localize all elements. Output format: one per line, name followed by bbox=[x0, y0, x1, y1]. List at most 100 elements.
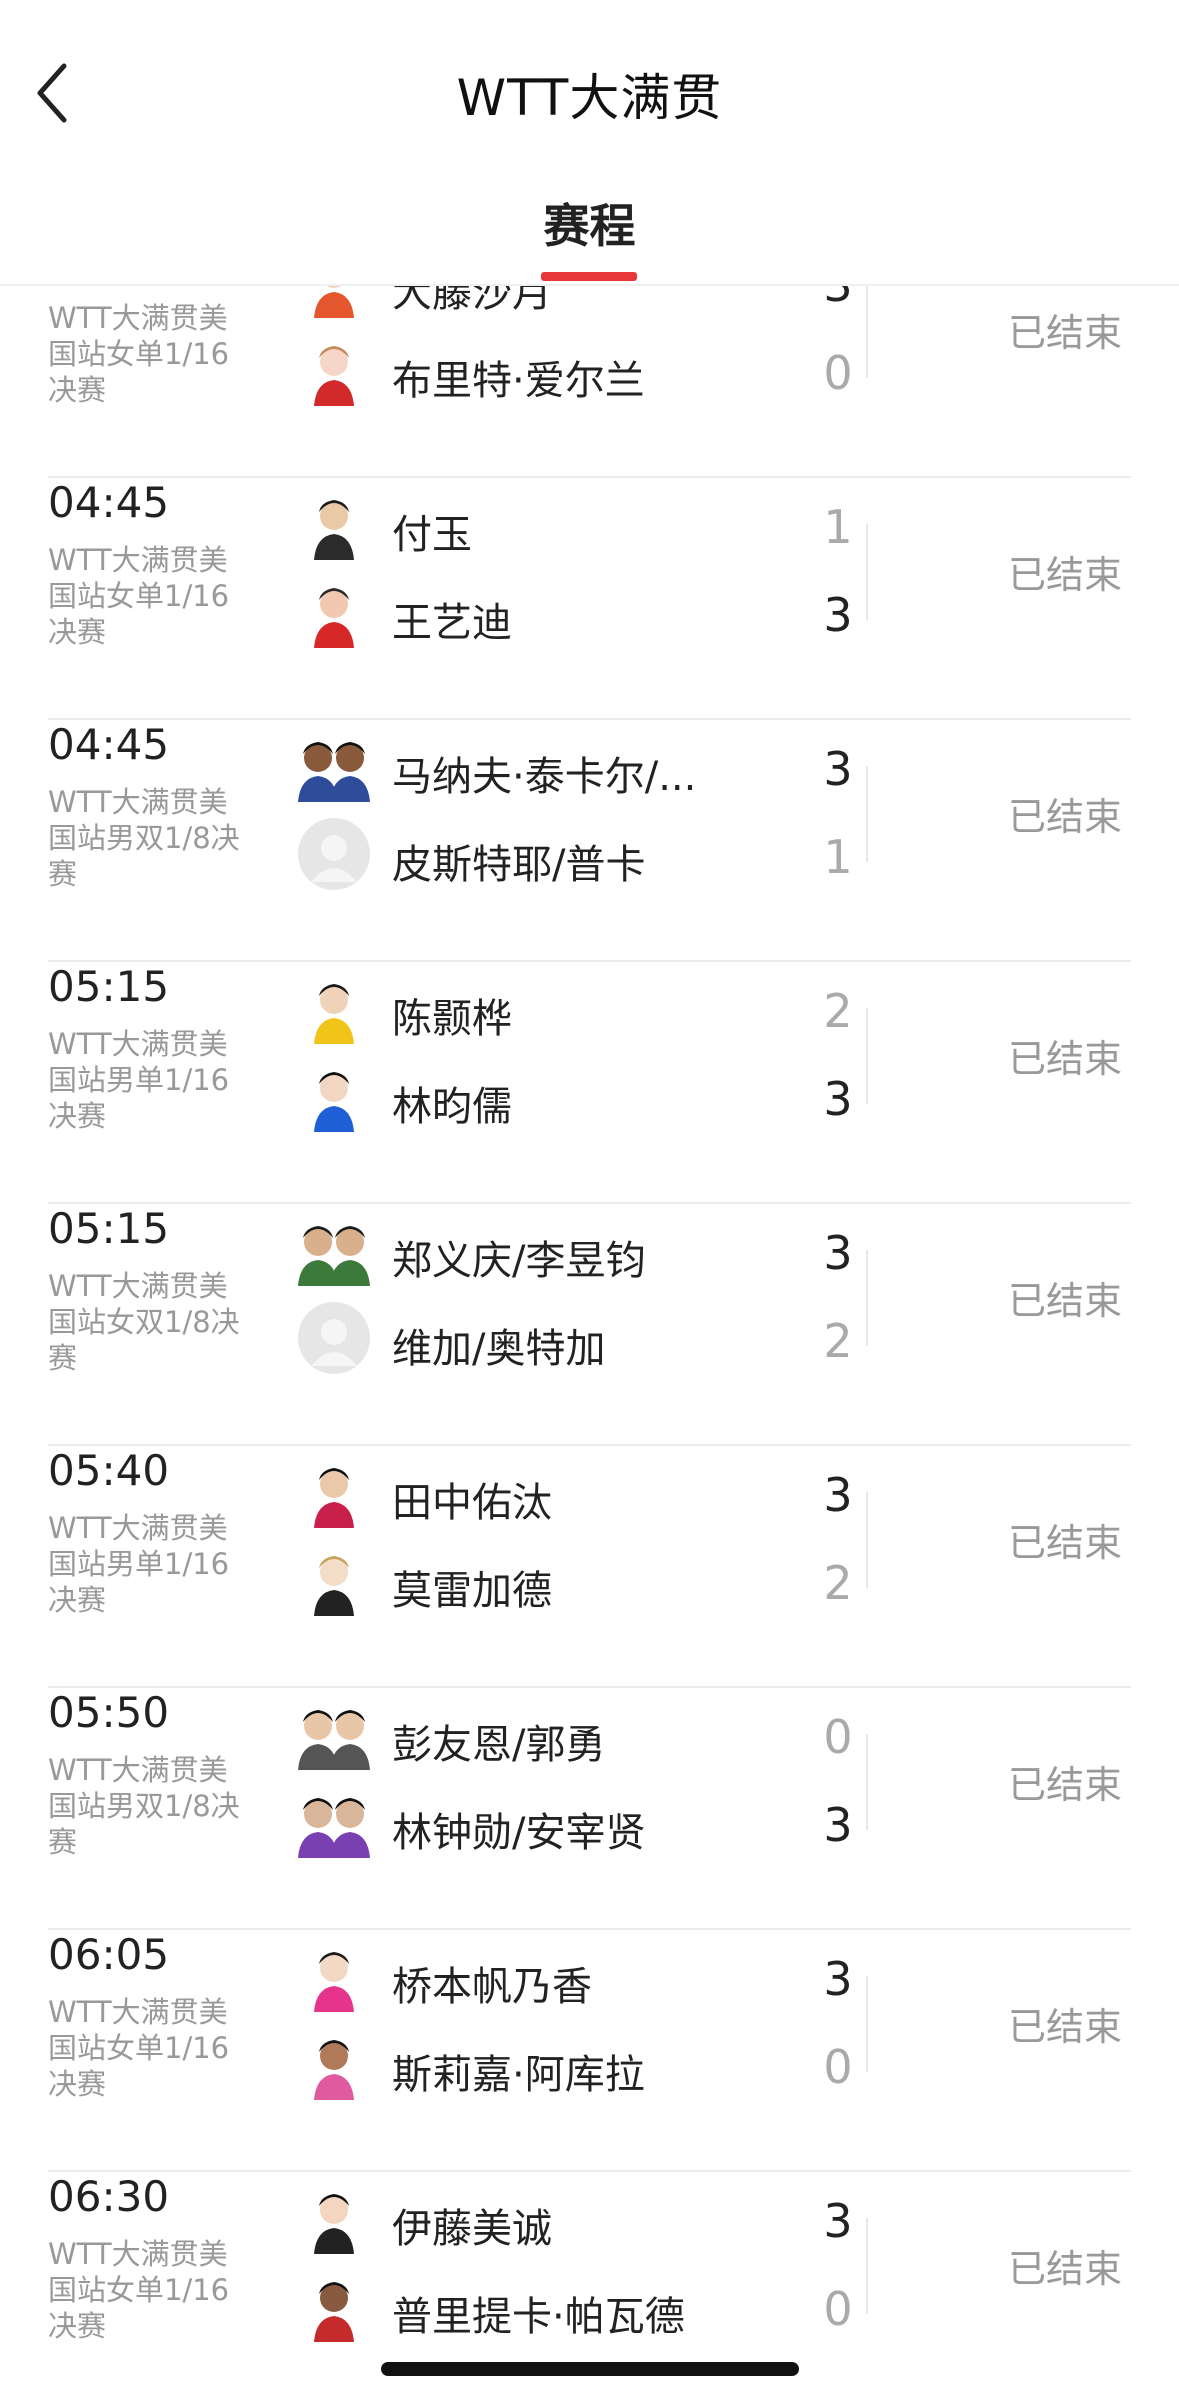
match-time: 06:30 bbox=[48, 2172, 170, 2221]
player-name: 伊藤美诚 bbox=[392, 2206, 552, 2252]
player-name: 田中佑汰 bbox=[392, 1480, 552, 1526]
player-score: 3 bbox=[823, 1072, 853, 1126]
page-title: WTT大满贯 bbox=[456, 69, 723, 127]
player-name: 陈颢桦 bbox=[392, 996, 512, 1042]
player-score: 3 bbox=[823, 1468, 853, 1522]
player-score: 0 bbox=[823, 346, 853, 400]
player-name: 普里提卡·帕瓦德 bbox=[392, 2294, 685, 2340]
player-name: 莫雷加德 bbox=[392, 1568, 552, 1614]
match-row[interactable]: 04:15WTT大满贯美国站女单1/16决赛大藤沙月3布里特·爱尔兰0已结束 bbox=[48, 286, 1131, 478]
player-away[interactable]: 莫雷加德 2 bbox=[298, 1540, 888, 1620]
player-away[interactable]: 林钟勋/安宰贤 3 bbox=[298, 1782, 888, 1862]
match-time: 04:45 bbox=[48, 720, 170, 769]
player-home[interactable]: 郑义庆/李昱钧 3 bbox=[298, 1210, 888, 1290]
player-name: 王艺迪 bbox=[392, 600, 512, 646]
player-avatar-icon bbox=[298, 1544, 370, 1616]
player-avatar-icon bbox=[298, 2028, 370, 2100]
player-score: 3 bbox=[818, 286, 858, 312]
player-score: 3 bbox=[823, 2194, 853, 2248]
player-name: 斯莉嘉·阿库拉 bbox=[392, 2052, 645, 2098]
match-event: WTT大满贯美国站男单1/16决赛 bbox=[48, 1027, 230, 1133]
player-home[interactable]: 伊藤美诚 3 bbox=[298, 2178, 888, 2258]
player-score: 3 bbox=[823, 588, 853, 642]
match-event: WTT大满贯美国站男双1/8决赛 bbox=[48, 1753, 240, 1859]
player-score: 3 bbox=[823, 742, 853, 796]
player-score: 1 bbox=[823, 830, 853, 884]
player-away[interactable]: 林昀儒 3 bbox=[298, 1056, 888, 1136]
match-row[interactable]: 05:50 WTT大满贯美国站男双1/8决赛 彭友恩/郭勇 0 林钟勋/安宰贤 3 已结束 bbox=[48, 1688, 1131, 1930]
player-name: 彭友恩/郭勇 bbox=[392, 1722, 606, 1768]
player-away[interactable]: 布里特·爱尔兰 0 bbox=[298, 330, 888, 410]
match-status: 已结束 bbox=[1008, 795, 1123, 839]
player-avatar-icon bbox=[298, 730, 370, 802]
player-avatar-icon bbox=[298, 1786, 370, 1858]
header: WTT大满贯 赛程 bbox=[0, 0, 1179, 286]
match-row[interactable]: 05:40 WTT大满贯美国站男单1/16决赛 田中佑汰 3 莫雷加德 2 已结束 bbox=[48, 1446, 1131, 1688]
player-away[interactable]: 维加/奥特加 2 bbox=[298, 1298, 888, 1378]
player-home[interactable]: 陈颢桦 2 bbox=[298, 968, 888, 1048]
match-row[interactable]: 05:15 WTT大满贯美国站女双1/8决赛 郑义庆/李昱钧 3 维加/奥特加 2 已结束 bbox=[48, 1204, 1131, 1446]
match-status: 已结束 bbox=[1008, 1279, 1123, 1323]
player-score: 0 bbox=[823, 1710, 853, 1764]
player-avatar-icon bbox=[298, 2182, 370, 2254]
match-row[interactable]: 04:45 WTT大满贯美国站男双1/8决赛 马纳夫·泰卡尔/... 3 皮斯特耶/普卡… bbox=[48, 720, 1131, 962]
match-event: WTT大满贯美国站女单1/16决赛 bbox=[48, 543, 230, 649]
player-avatar-icon bbox=[298, 1698, 370, 1770]
player-score: 3 bbox=[823, 1226, 853, 1280]
player-avatar-icon bbox=[298, 1456, 370, 1528]
player-away[interactable]: 斯莉嘉·阿库拉 0 bbox=[298, 2024, 888, 2104]
player-name: 维加/奥特加 bbox=[392, 1326, 606, 1372]
match-time: 05:15 bbox=[48, 962, 170, 1011]
player-avatar-icon bbox=[298, 1940, 370, 2012]
player-score: 2 bbox=[823, 1556, 853, 1610]
player-away[interactable]: 王艺迪 3 bbox=[298, 572, 888, 652]
player-home[interactable]: 付玉 1 bbox=[298, 484, 888, 564]
match-list[interactable]: 04:15WTT大满贯美国站女单1/16决赛大藤沙月3布里特·爱尔兰0已结束04… bbox=[0, 286, 1179, 2404]
match-time: 05:50 bbox=[48, 1688, 170, 1737]
match-status: 已结束 bbox=[1008, 1521, 1123, 1565]
match-status: 已结束 bbox=[1008, 553, 1123, 597]
match-time: 05:15 bbox=[48, 1204, 170, 1253]
match-status: 已结束 bbox=[1008, 2247, 1123, 2291]
player-avatar-icon bbox=[298, 1214, 370, 1286]
player-avatar-icon bbox=[298, 1302, 370, 1374]
column-divider bbox=[866, 1734, 868, 1830]
tab-schedule[interactable]: 赛程 bbox=[0, 190, 1179, 256]
player-name: 皮斯特耶/普卡 bbox=[392, 842, 646, 888]
column-divider bbox=[866, 2218, 868, 2314]
player-home[interactable]: 桥本帆乃香 3 bbox=[298, 1936, 888, 2016]
match-time: 06:05 bbox=[48, 1930, 170, 1979]
match-event: WTT大满贯美国站女单1/16决赛 bbox=[48, 301, 230, 407]
player-avatar-icon bbox=[298, 2270, 370, 2342]
match-event: WTT大满贯美国站男双1/8决赛 bbox=[48, 785, 240, 891]
player-home[interactable]: 马纳夫·泰卡尔/... 3 bbox=[298, 726, 888, 806]
column-divider bbox=[866, 1976, 868, 2072]
player-home[interactable]: 田中佑汰 3 bbox=[298, 1452, 888, 1532]
player-avatar-icon bbox=[298, 1060, 370, 1132]
player-score: 3 bbox=[823, 1952, 853, 2006]
player-score: 0 bbox=[823, 2282, 853, 2336]
player-away[interactable]: 普里提卡·帕瓦德 0 bbox=[298, 2266, 888, 2346]
player-name: 布里特·爱尔兰 bbox=[392, 358, 645, 404]
player-avatar-icon bbox=[298, 576, 370, 648]
player-avatar-icon bbox=[298, 286, 370, 318]
column-divider bbox=[866, 524, 868, 620]
player-home[interactable]: 大藤沙月 3 bbox=[298, 286, 888, 322]
player-name: 付玉 bbox=[392, 512, 472, 558]
player-home[interactable]: 彭友恩/郭勇 0 bbox=[298, 1694, 888, 1774]
player-name: 桥本帆乃香 bbox=[392, 1964, 592, 2010]
header-divider bbox=[0, 284, 1179, 286]
match-row[interactable]: 04:45 WTT大满贯美国站女单1/16决赛 付玉 1 王艺迪 3 已结束 bbox=[48, 478, 1131, 720]
player-score: 1 bbox=[823, 500, 853, 554]
match-row[interactable]: 05:15 WTT大满贯美国站男单1/16决赛 陈颢桦 2 林昀儒 3 已结束 bbox=[48, 962, 1131, 1204]
match-time: 04:45 bbox=[48, 478, 170, 527]
column-divider bbox=[866, 1250, 868, 1346]
match-row[interactable]: 06:05 WTT大满贯美国站女单1/16决赛 桥本帆乃香 3 斯莉嘉·阿库拉 0 已结束 bbox=[48, 1930, 1131, 2172]
column-divider bbox=[866, 1008, 868, 1104]
player-away[interactable]: 皮斯特耶/普卡 1 bbox=[298, 814, 888, 894]
player-name: 马纳夫·泰卡尔/... bbox=[392, 754, 697, 800]
player-name: 大藤沙月 bbox=[392, 286, 552, 316]
home-indicator bbox=[381, 2362, 799, 2376]
player-avatar-icon bbox=[298, 818, 370, 890]
column-divider bbox=[866, 286, 868, 378]
